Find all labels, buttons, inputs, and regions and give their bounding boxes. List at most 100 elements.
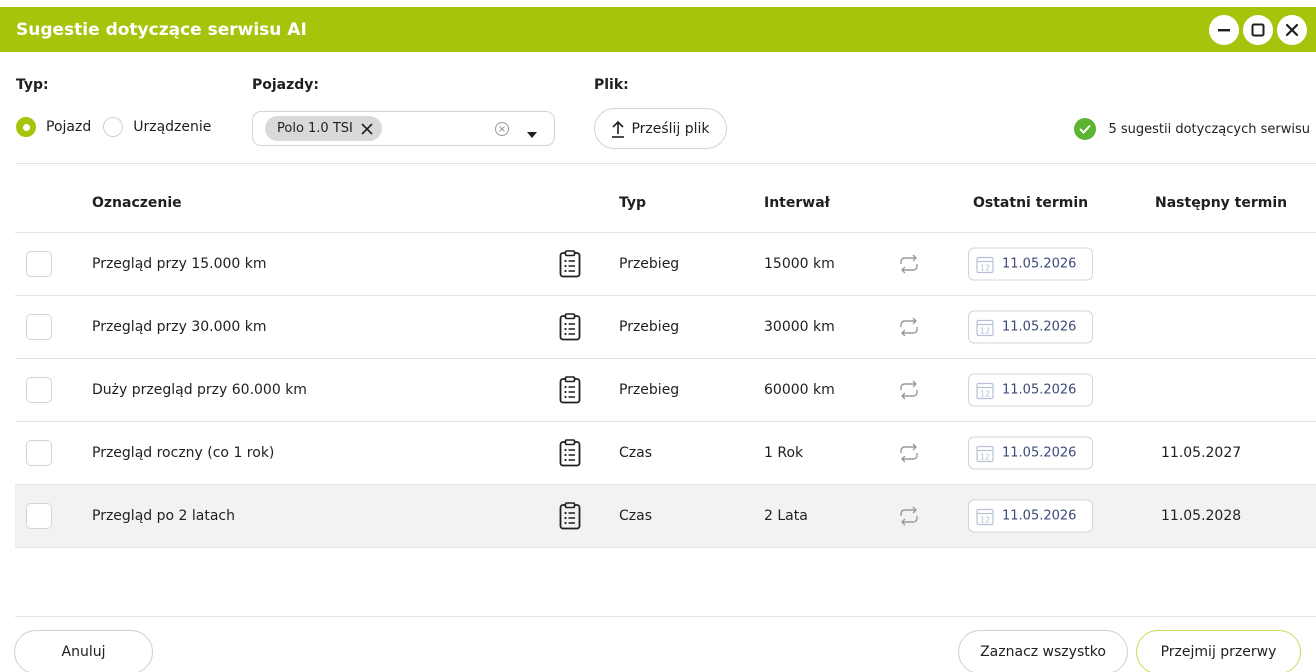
vehicle-select[interactable]: Polo 1.0 TSI	[252, 111, 555, 146]
clear-circle-icon	[495, 122, 509, 136]
row-designation: Przegląd przy 30.000 km	[92, 319, 267, 335]
suggestions-status-text: 5 sugestii dotyczących serwisu	[1108, 121, 1310, 137]
table-row: Przegląd roczny (co 1 rok) Czas 1 Rok 12…	[15, 422, 1316, 485]
minimize-button[interactable]	[1209, 15, 1239, 45]
clipboard-list-icon[interactable]	[559, 439, 581, 467]
calendar-icon: 12	[976, 445, 994, 462]
radio-vehicle[interactable]: Pojazd	[16, 117, 91, 137]
row-interval: 30000 km	[764, 319, 835, 335]
chip-remove-button[interactable]	[361, 123, 373, 135]
svg-text:12: 12	[980, 326, 990, 335]
table-row: Przegląd po 2 latach Czas 2 Lata 12 11.0…	[15, 485, 1316, 548]
window-controls	[1209, 15, 1307, 45]
clipboard-list-icon[interactable]	[559, 376, 581, 404]
last-date-field[interactable]: 12 11.05.2026	[968, 373, 1093, 407]
window-titlebar: Sugestie dotyczące serwisu AI	[0, 7, 1316, 52]
vehicle-chip: Polo 1.0 TSI	[265, 116, 382, 141]
vehicles-label: Pojazdy:	[252, 77, 320, 93]
upload-arrow-icon	[612, 120, 625, 138]
dropdown-toggle[interactable]	[526, 125, 538, 143]
svg-text:12: 12	[980, 452, 990, 461]
row-type: Czas	[619, 445, 652, 461]
clipboard-list-icon[interactable]	[559, 250, 581, 278]
calendar-icon: 12	[976, 319, 994, 336]
file-label: Plik:	[594, 77, 629, 93]
close-icon	[361, 123, 373, 134]
radio-indicator	[103, 117, 124, 137]
table-row: Przegląd przy 30.000 km Przebieg 30000 k…	[15, 296, 1316, 359]
repeat-icon[interactable]	[898, 443, 920, 463]
last-date-field[interactable]: 12 11.05.2026	[968, 247, 1093, 281]
clear-selection-button[interactable]	[494, 121, 510, 141]
row-checkbox[interactable]	[26, 440, 52, 466]
row-designation: Przegląd roczny (co 1 rok)	[92, 445, 275, 461]
row-checkbox[interactable]	[26, 314, 52, 340]
footer-divider	[15, 616, 1316, 617]
type-label: Typ:	[16, 77, 49, 93]
last-date-value: 11.05.2026	[1002, 445, 1077, 461]
repeat-icon[interactable]	[898, 506, 920, 526]
repeat-icon[interactable]	[898, 317, 920, 337]
close-icon	[1285, 23, 1299, 37]
filters-divider	[15, 163, 1316, 164]
row-checkbox[interactable]	[26, 251, 52, 277]
upload-file-label: Prześlij plik	[631, 120, 710, 137]
vehicle-chip-label: Polo 1.0 TSI	[277, 121, 353, 136]
check-circle-icon	[1074, 118, 1097, 140]
radio-device[interactable]: Urządzenie	[103, 117, 211, 137]
calendar-icon: 12	[976, 508, 994, 525]
column-header-last-date: Ostatni termin	[973, 195, 1089, 211]
column-header-designation: Oznaczenie	[92, 195, 182, 211]
clipboard-list-icon[interactable]	[559, 502, 581, 530]
svg-text:12: 12	[980, 515, 990, 524]
column-header-type: Typ	[619, 195, 647, 211]
last-date-field[interactable]: 12 11.05.2026	[968, 310, 1093, 344]
row-checkbox[interactable]	[26, 377, 52, 403]
column-header-next-date: Następny termin	[1155, 195, 1288, 211]
repeat-icon[interactable]	[898, 380, 920, 400]
column-header-interval: Interwał	[764, 195, 830, 211]
row-checkbox[interactable]	[26, 503, 52, 529]
row-interval: 2 Lata	[764, 508, 808, 524]
caret-down-icon	[527, 132, 537, 138]
type-radio-group: Pojazd Urządzenie	[16, 117, 223, 137]
select-all-button[interactable]: Zaznacz wszystko	[958, 630, 1128, 672]
cancel-button[interactable]: Anuluj	[14, 630, 153, 672]
row-interval: 15000 km	[764, 256, 835, 272]
row-interval: 60000 km	[764, 382, 835, 398]
row-designation: Przegląd po 2 latach	[92, 508, 235, 524]
row-next-date: 11.05.2028	[1161, 508, 1242, 524]
upload-file-button[interactable]: Prześlij plik	[594, 108, 727, 149]
minimize-icon	[1218, 29, 1230, 32]
last-date-field[interactable]: 12 11.05.2026	[968, 499, 1093, 533]
table-row: Przegląd przy 15.000 km Przebieg 15000 k…	[15, 233, 1316, 296]
row-type: Przebieg	[619, 319, 680, 335]
repeat-icon[interactable]	[898, 254, 920, 274]
last-date-value: 11.05.2026	[1002, 256, 1077, 272]
row-interval: 1 Rok	[764, 445, 804, 461]
window-title: Sugestie dotyczące serwisu AI	[16, 19, 307, 40]
last-date-field[interactable]: 12 11.05.2026	[968, 436, 1093, 470]
last-date-value: 11.05.2026	[1002, 382, 1077, 398]
maximize-icon	[1251, 23, 1265, 37]
row-type: Przebieg	[619, 382, 680, 398]
row-type: Czas	[619, 508, 652, 524]
radio-device-label: Urządzenie	[133, 119, 212, 135]
row-designation: Przegląd przy 15.000 km	[92, 256, 267, 272]
clipboard-list-icon[interactable]	[559, 313, 581, 341]
calendar-icon: 12	[976, 256, 994, 273]
maximize-button[interactable]	[1243, 15, 1273, 45]
row-type: Przebieg	[619, 256, 680, 272]
suggestions-status: 5 sugestii dotyczących serwisu	[1074, 118, 1310, 140]
svg-text:12: 12	[980, 389, 990, 398]
close-button[interactable]	[1277, 15, 1307, 45]
table-row: Duży przegląd przy 60.000 km Przebieg 60…	[15, 359, 1316, 422]
calendar-icon: 12	[976, 382, 994, 399]
svg-text:12: 12	[980, 263, 990, 272]
last-date-value: 11.05.2026	[1002, 319, 1077, 335]
last-date-value: 11.05.2026	[1002, 508, 1077, 524]
radio-vehicle-label: Pojazd	[46, 119, 92, 135]
accept-intervals-button[interactable]: Przejmij przerwy	[1136, 630, 1301, 672]
row-designation: Duży przegląd przy 60.000 km	[92, 382, 307, 398]
row-next-date: 11.05.2027	[1161, 445, 1242, 461]
